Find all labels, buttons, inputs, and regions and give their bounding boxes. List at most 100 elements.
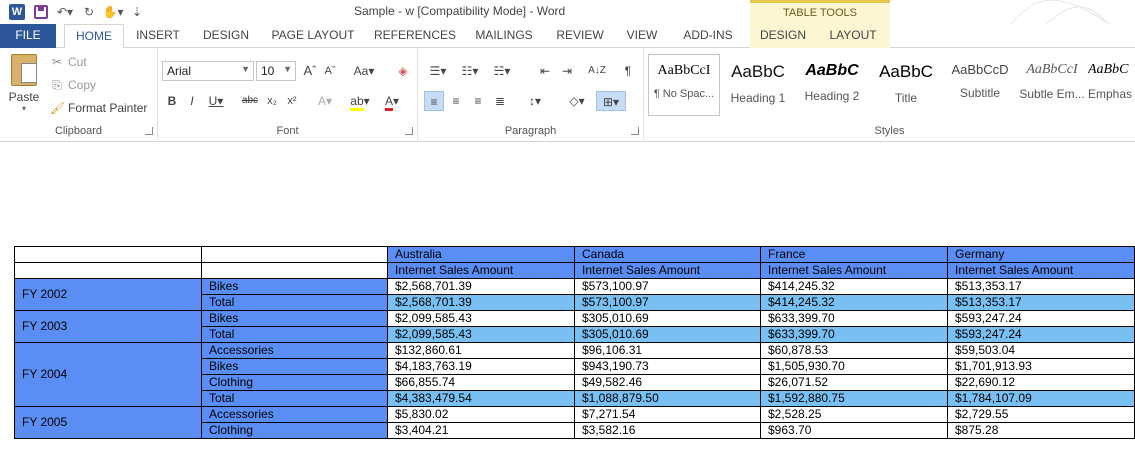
value-cell[interactable]: $593,247.24 <box>947 310 1135 327</box>
value-cell[interactable]: $633,399.70 <box>760 326 948 343</box>
value-cell[interactable]: $2,568,701.39 <box>387 278 575 295</box>
value-cell[interactable]: $3,404.21 <box>387 422 575 439</box>
product-cell[interactable]: Total <box>201 390 388 407</box>
value-cell[interactable]: $59,503.04 <box>947 342 1135 359</box>
measure-header-cell[interactable]: Internet Sales Amount <box>387 262 575 279</box>
product-cell[interactable]: Total <box>201 326 388 343</box>
justify-icon[interactable]: ≣ <box>490 91 510 111</box>
grow-font-icon[interactable]: Aˆ <box>302 61 318 81</box>
product-cell[interactable]: Bikes <box>201 278 388 295</box>
undo-icon[interactable]: ↶▾ <box>54 2 76 22</box>
value-cell[interactable]: $1,592,880.75 <box>760 390 948 407</box>
style-heading-1[interactable]: AaBbC Heading 1 <box>722 54 794 116</box>
measure-header-cell[interactable]: Internet Sales Amount <box>947 262 1135 279</box>
text-effects-icon[interactable]: A▾ <box>314 91 336 111</box>
underline-icon[interactable]: U▾ <box>204 91 228 111</box>
customize-qat-icon[interactable]: ⇣ <box>126 2 148 22</box>
paragraph-launcher-icon[interactable] <box>631 127 639 135</box>
measure-header-cell[interactable]: Internet Sales Amount <box>574 262 761 279</box>
value-cell[interactable]: $66,855.74 <box>387 374 575 391</box>
product-cell[interactable]: Total <box>201 294 388 311</box>
touch-mode-icon[interactable]: ✋▾ <box>102 2 124 22</box>
font-size-combo[interactable]: 10 ▼ <box>256 61 296 81</box>
tab-page-layout[interactable]: PAGE LAYOUT <box>268 24 358 48</box>
change-case-icon[interactable]: Aa▾ <box>350 61 378 81</box>
paste-button[interactable]: Paste ▾ <box>6 54 42 120</box>
value-cell[interactable]: $875.28 <box>947 422 1135 439</box>
value-cell[interactable]: $22,690.12 <box>947 374 1135 391</box>
value-cell[interactable]: $2,729.55 <box>947 406 1135 423</box>
value-cell[interactable]: $1,784,107.09 <box>947 390 1135 407</box>
style-subtitle[interactable]: AaBbCcD Subtitle <box>944 54 1016 116</box>
product-cell[interactable]: Accessories <box>201 342 388 359</box>
table-corner-cell[interactable] <box>14 262 202 279</box>
value-cell[interactable]: $573,100.97 <box>574 278 761 295</box>
value-cell[interactable]: $1,088,879.50 <box>574 390 761 407</box>
subscript-icon[interactable]: x₂ <box>264 91 280 111</box>
year-cell[interactable]: FY 2002 <box>14 278 202 311</box>
line-spacing-icon[interactable]: ↕▾ <box>522 91 548 111</box>
value-cell[interactable]: $3,582.16 <box>574 422 761 439</box>
show-marks-icon[interactable]: ¶ <box>620 61 636 81</box>
sales-table[interactable]: Australia Canada France Germany Internet Sal… <box>14 246 1135 439</box>
bold-icon[interactable]: B <box>164 91 180 111</box>
increase-indent-icon[interactable]: ⇥ <box>558 61 576 81</box>
decrease-indent-icon[interactable]: ⇤ <box>536 61 554 81</box>
table-corner-cell[interactable] <box>201 246 388 263</box>
value-cell[interactable]: $633,399.70 <box>760 310 948 327</box>
tab-table-design[interactable]: DESIGN <box>750 24 816 48</box>
value-cell[interactable]: $414,245.32 <box>760 278 948 295</box>
value-cell[interactable]: $2,568,701.39 <box>387 294 575 311</box>
style-emphasis[interactable]: AaBbC Emphas <box>1088 54 1135 116</box>
year-cell[interactable]: FY 2003 <box>14 310 202 343</box>
value-cell[interactable]: $132,860.61 <box>387 342 575 359</box>
tab-references[interactable]: REFERENCES <box>372 24 458 48</box>
tab-file[interactable]: FILE <box>0 24 56 48</box>
tab-add-ins[interactable]: ADD-INS <box>676 24 740 48</box>
save-icon[interactable] <box>30 2 52 22</box>
value-cell[interactable]: $1,505,930.70 <box>760 358 948 375</box>
italic-icon[interactable]: I <box>184 91 200 111</box>
value-cell[interactable]: $96,106.31 <box>574 342 761 359</box>
highlight-icon[interactable]: ab▾ <box>348 91 372 111</box>
value-cell[interactable]: $2,528.25 <box>760 406 948 423</box>
style-heading-2[interactable]: AaBbC Heading 2 <box>796 54 868 116</box>
copy-button[interactable]: ⎘ Copy <box>50 75 96 95</box>
multilevel-list-icon[interactable]: ☵▾ <box>488 61 516 81</box>
value-cell[interactable]: $7,271.54 <box>574 406 761 423</box>
shrink-font-icon[interactable]: Aˇ <box>322 61 338 81</box>
bullets-icon[interactable]: ☰▾ <box>424 61 452 81</box>
tab-home[interactable]: HOME <box>64 24 124 49</box>
tab-mailings[interactable]: MAILINGS <box>470 24 538 48</box>
align-center-icon[interactable]: ≡ <box>446 91 466 111</box>
value-cell[interactable]: $2,099,585.43 <box>387 326 575 343</box>
redo-icon[interactable]: ↻ <box>78 2 100 22</box>
product-cell[interactable]: Clothing <box>201 374 388 391</box>
clipboard-launcher-icon[interactable] <box>145 127 153 135</box>
tab-insert[interactable]: INSERT <box>132 24 184 48</box>
align-right-icon[interactable]: ≡ <box>468 91 488 111</box>
sort-icon[interactable]: A↓Z <box>588 61 606 81</box>
year-cell[interactable]: FY 2005 <box>14 406 202 439</box>
value-cell[interactable]: $593,247.24 <box>947 326 1135 343</box>
country-header-cell[interactable]: Canada <box>574 246 761 263</box>
value-cell[interactable]: $305,010.69 <box>574 310 761 327</box>
superscript-icon[interactable]: x² <box>284 91 300 111</box>
value-cell[interactable]: $4,383,479.54 <box>387 390 575 407</box>
strikethrough-icon[interactable]: abc <box>238 91 262 111</box>
product-cell[interactable]: Bikes <box>201 358 388 375</box>
table-corner-cell[interactable] <box>14 246 202 263</box>
font-launcher-icon[interactable] <box>405 127 413 135</box>
value-cell[interactable]: $2,099,585.43 <box>387 310 575 327</box>
shading-icon[interactable]: ◇▾ <box>564 91 590 111</box>
style-no-spacing[interactable]: AaBbCcI ¶ No Spac... <box>648 54 720 116</box>
style-title[interactable]: AaBbC Title <box>870 54 942 116</box>
value-cell[interactable]: $26,071.52 <box>760 374 948 391</box>
year-cell[interactable]: FY 2004 <box>14 342 202 407</box>
product-cell[interactable]: Accessories <box>201 406 388 423</box>
align-left-icon[interactable]: ≡ <box>424 91 444 111</box>
style-subtle-emphasis[interactable]: AaBbCcI Subtle Em... <box>1016 54 1088 116</box>
borders-icon[interactable]: ⊞▾ <box>596 91 626 111</box>
font-color-icon[interactable]: A▾ <box>380 91 404 111</box>
value-cell[interactable]: $943,190.73 <box>574 358 761 375</box>
